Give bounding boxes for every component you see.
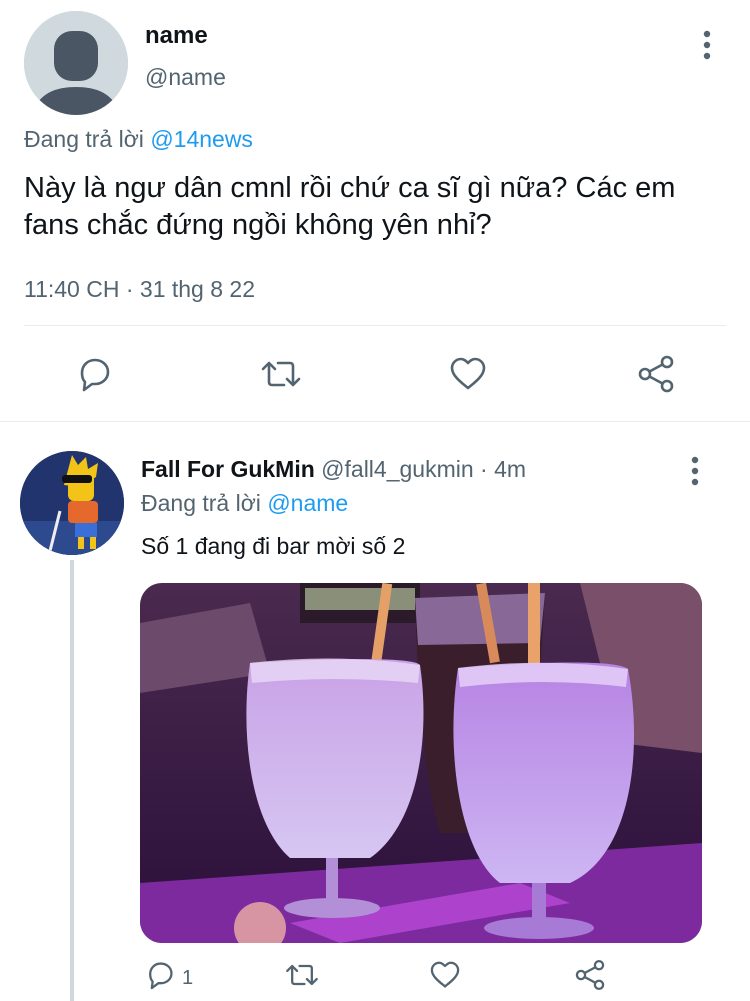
divider (24, 325, 726, 326)
replying-prefix: Đang trả lời (141, 490, 261, 516)
more-options-icon[interactable] (680, 454, 710, 488)
retweet-icon[interactable] (284, 957, 324, 997)
default-avatar-icon (24, 11, 128, 115)
share-icon[interactable] (572, 957, 612, 997)
replying-to-link[interactable]: @name (267, 490, 348, 516)
cartoon-avatar-icon (20, 451, 124, 555)
more-options-icon[interactable] (692, 28, 722, 62)
replying-prefix: Đang trả lời (24, 126, 144, 152)
tweet-photo[interactable] (140, 583, 702, 943)
replying-to: Đang trả lời @14news (24, 126, 253, 153)
like-icon[interactable] (446, 352, 490, 396)
tweet-text: Số 1 đang đi bar mời số 2 (141, 533, 406, 559)
display-name[interactable]: name (145, 22, 208, 50)
thread-line (70, 560, 74, 1001)
user-handle-time[interactable]: @fall4_gukmin · 4m (321, 456, 526, 482)
tweet-timestamp[interactable]: 11:40 CH · 31 thg 8 22 (24, 276, 255, 303)
avatar[interactable] (24, 11, 128, 115)
tweet-text: Này là ngư dân cmnl rồi chứ ca sĩ gì nữa… (24, 172, 676, 241)
share-icon[interactable] (634, 352, 678, 396)
reply-count: 1 (182, 967, 194, 989)
replying-to-link[interactable]: @14news (150, 126, 253, 152)
replying-to: Đang trả lời @name (141, 490, 348, 517)
avatar[interactable] (20, 451, 124, 555)
user-handle[interactable]: @name (145, 64, 226, 91)
cocktail-photo (140, 583, 702, 943)
reply-button[interactable]: 1 (142, 957, 202, 997)
reply-icon[interactable] (72, 352, 116, 396)
like-icon[interactable] (427, 957, 467, 997)
divider (0, 421, 750, 422)
display-name[interactable]: Fall For GukMin (141, 456, 315, 482)
retweet-icon[interactable] (259, 352, 303, 396)
reply-header: Fall For GukMin @fall4_gukmin · 4m (141, 456, 526, 483)
